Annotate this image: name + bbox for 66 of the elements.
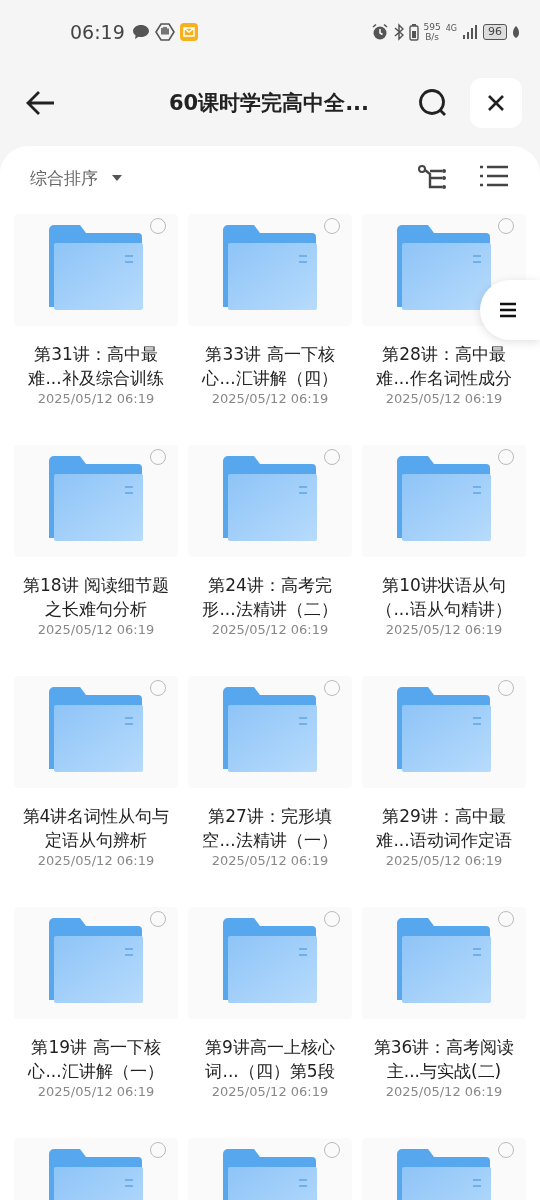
- folder-icon: [397, 224, 491, 310]
- side-menu-handle[interactable]: [480, 280, 540, 340]
- folder-tile[interactable]: [14, 445, 178, 557]
- folder-tile[interactable]: [14, 214, 178, 326]
- modified-date: 2025/05/12 06:19: [37, 1084, 155, 1099]
- folder-name: 第9讲高一上核心词...（四）第5段: [204, 1036, 336, 1083]
- mail-icon: [179, 23, 198, 41]
- page-title: 60课时学完高中全...: [167, 90, 371, 117]
- folder-icon: [49, 224, 143, 310]
- caret-icon: [112, 174, 122, 182]
- modified-date: 2025/05/12 06:19: [211, 391, 329, 406]
- folder-tile[interactable]: [14, 676, 178, 788]
- folder-name: 第29讲：高中最难...语动词作定语: [375, 805, 513, 852]
- modified-date: 2025/05/12 06:19: [385, 622, 503, 637]
- folder-name: 第24讲：高考完形...法精讲（二）: [201, 574, 339, 621]
- folder-icon: [397, 917, 491, 1003]
- signal-icon: [462, 24, 478, 40]
- folder-tile[interactable]: [188, 907, 352, 1019]
- folder-tile[interactable]: [362, 907, 526, 1019]
- modified-date: 2025/05/12 06:19: [385, 1084, 503, 1099]
- folder-name: 第18讲 阅读细节题之长难句分析: [21, 574, 170, 621]
- modified-date: 2025/05/12 06:19: [385, 391, 503, 406]
- folder-icon: [223, 686, 317, 772]
- folder-icon: [397, 455, 491, 541]
- folder-icon: [397, 686, 491, 772]
- folder-name: 第33讲 高一下核心...汇讲解（四）: [201, 343, 339, 390]
- bluetooth-icon: [393, 23, 404, 41]
- folder-icon: [223, 224, 317, 310]
- modified-date: 2025/05/12 06:19: [37, 622, 155, 637]
- folder-icon: [49, 686, 143, 772]
- folder-tile[interactable]: [14, 907, 178, 1019]
- alarm-icon: [370, 23, 389, 41]
- folder-tile[interactable]: [188, 676, 352, 788]
- folder-name: 第27讲：完形填空...法精讲（一）: [201, 805, 339, 852]
- folder-tile[interactable]: [188, 445, 352, 557]
- folder-name: 第10讲状语从句（...语从句精讲）: [375, 574, 513, 621]
- modified-date: 2025/05/12 06:19: [211, 622, 329, 637]
- close-button[interactable]: [470, 78, 522, 128]
- modified-date: 2025/05/12 06:19: [385, 853, 503, 868]
- folder-name: 第4讲名词性从句与定语从句辨析: [21, 805, 171, 852]
- battery-level: 96: [483, 24, 507, 40]
- leaf-icon: [512, 25, 520, 39]
- folder-tile[interactable]: [362, 676, 526, 788]
- modified-date: 2025/05/12 06:19: [211, 1084, 329, 1099]
- folder-name: 第31讲：高中最难...补及综合训练: [27, 343, 165, 390]
- close-icon: [487, 94, 505, 112]
- network-speed-unit: B/s: [425, 32, 440, 42]
- folder-icon: [223, 455, 317, 541]
- folder-name: 第28讲：高中最难...作名词性成分: [375, 343, 513, 390]
- folder-icon: [49, 455, 143, 541]
- chat-bubble-icon: [131, 24, 150, 40]
- network-speed-value: 595: [423, 22, 441, 32]
- modified-date: 2025/05/12 06:19: [211, 853, 329, 868]
- network-type: 4G: [445, 24, 457, 33]
- modified-date: 2025/05/12 06:19: [37, 853, 155, 868]
- folder-tile[interactable]: [362, 445, 526, 557]
- folder-name: 第19讲 高一下核心...汇讲解（一）: [27, 1036, 165, 1083]
- sort-dropdown[interactable]: 综合排序: [24, 162, 128, 194]
- modified-date: 2025/05/12 06:19: [37, 391, 155, 406]
- folder-name: 第36讲：高考阅读主...与实战(二): [372, 1036, 516, 1083]
- clock: 06:19: [70, 21, 125, 43]
- folder-icon: [49, 917, 143, 1003]
- folder-icon: [223, 917, 317, 1003]
- folder-tile[interactable]: [362, 214, 526, 326]
- folder-tile[interactable]: [188, 214, 352, 326]
- device-battery-icon: [408, 23, 419, 41]
